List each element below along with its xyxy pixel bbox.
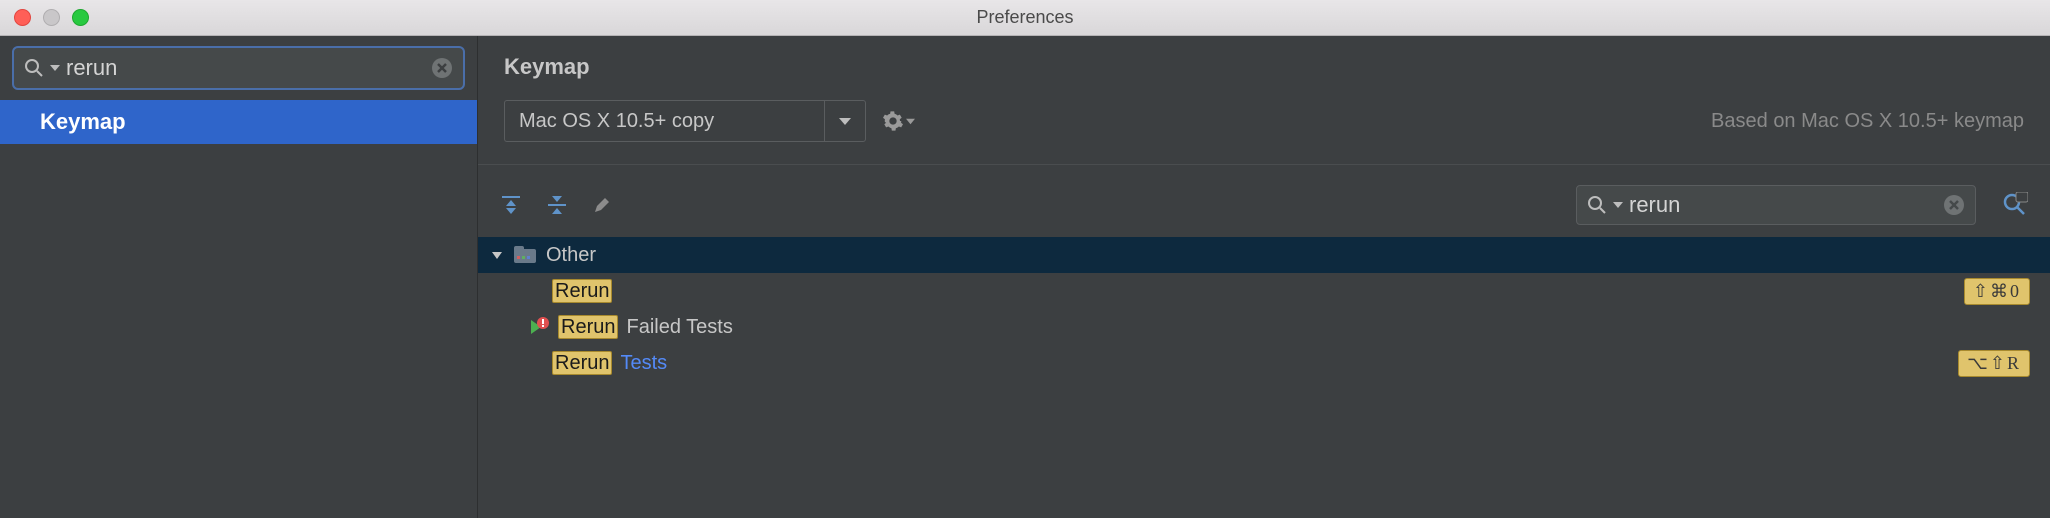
tree-row[interactable]: Rerun Failed Tests — [478, 309, 2050, 345]
clear-search-icon[interactable] — [1943, 194, 1965, 216]
minimize-window-button[interactable] — [43, 9, 60, 26]
gear-icon — [882, 110, 904, 132]
disclosure-triangle-icon — [490, 248, 504, 262]
actions-search-input[interactable] — [1629, 192, 1937, 218]
search-dropdown-icon[interactable] — [1613, 200, 1623, 210]
find-by-shortcut-button[interactable] — [2002, 192, 2028, 218]
window-controls — [14, 9, 89, 26]
search-icon — [1587, 195, 1607, 215]
keymap-actions-button[interactable] — [882, 110, 915, 132]
close-window-button[interactable] — [14, 9, 31, 26]
match-highlight: Rerun — [558, 315, 618, 339]
window-title: Preferences — [976, 7, 1073, 28]
zoom-window-button[interactable] — [72, 9, 89, 26]
chevron-down-icon — [906, 117, 915, 126]
keymap-scheme-value: Mac OS X 10.5+ copy — [504, 100, 824, 142]
window-titlebar: Preferences — [0, 0, 2050, 36]
tree-row[interactable]: Rerun ⇧⌘0 — [478, 273, 2050, 309]
keymap-scheme-combo[interactable]: Mac OS X 10.5+ copy — [504, 100, 866, 142]
collapse-all-button[interactable] — [546, 194, 568, 216]
match-highlight: Rerun — [552, 279, 612, 303]
edit-shortcut-button[interactable] — [592, 195, 612, 215]
shortcut-badge: ⇧⌘0 — [1964, 278, 2030, 305]
sidebar-item-keymap[interactable]: Keymap — [0, 100, 477, 144]
match-highlight: Rerun — [552, 351, 612, 375]
folder-icon — [514, 246, 536, 264]
tree-group-other[interactable]: Other — [478, 237, 2050, 273]
rerun-failed-icon — [528, 316, 550, 338]
search-icon — [24, 58, 44, 78]
sidebar-search-input[interactable] — [66, 55, 425, 81]
chevron-down-icon — [838, 114, 852, 128]
action-label-rest: Tests — [620, 352, 667, 375]
based-on-label: Based on Mac OS X 10.5+ keymap — [1711, 110, 2024, 133]
action-label-rest: Failed Tests — [626, 316, 732, 339]
sidebar-search-field[interactable] — [12, 46, 465, 90]
actions-tree[interactable]: Other Rerun ⇧⌘0 Rerun Failed Tests Rerun… — [478, 237, 2050, 381]
clear-search-icon[interactable] — [431, 57, 453, 79]
tree-row[interactable]: Rerun Tests ⌥⇧R — [478, 345, 2050, 381]
shortcut-badge: ⌥⇧R — [1958, 350, 2030, 377]
search-dropdown-icon[interactable] — [50, 63, 60, 73]
preferences-sidebar: Keymap — [0, 36, 478, 518]
tree-group-label: Other — [546, 244, 596, 267]
expand-all-button[interactable] — [500, 194, 522, 216]
actions-search-field[interactable] — [1576, 185, 1976, 225]
sidebar-item-label: Keymap — [40, 109, 126, 135]
page-title: Keymap — [504, 54, 2024, 80]
preferences-main: Keymap Mac OS X 10.5+ copy Based on Mac … — [478, 36, 2050, 518]
keymap-scheme-dropdown-button[interactable] — [824, 100, 866, 142]
